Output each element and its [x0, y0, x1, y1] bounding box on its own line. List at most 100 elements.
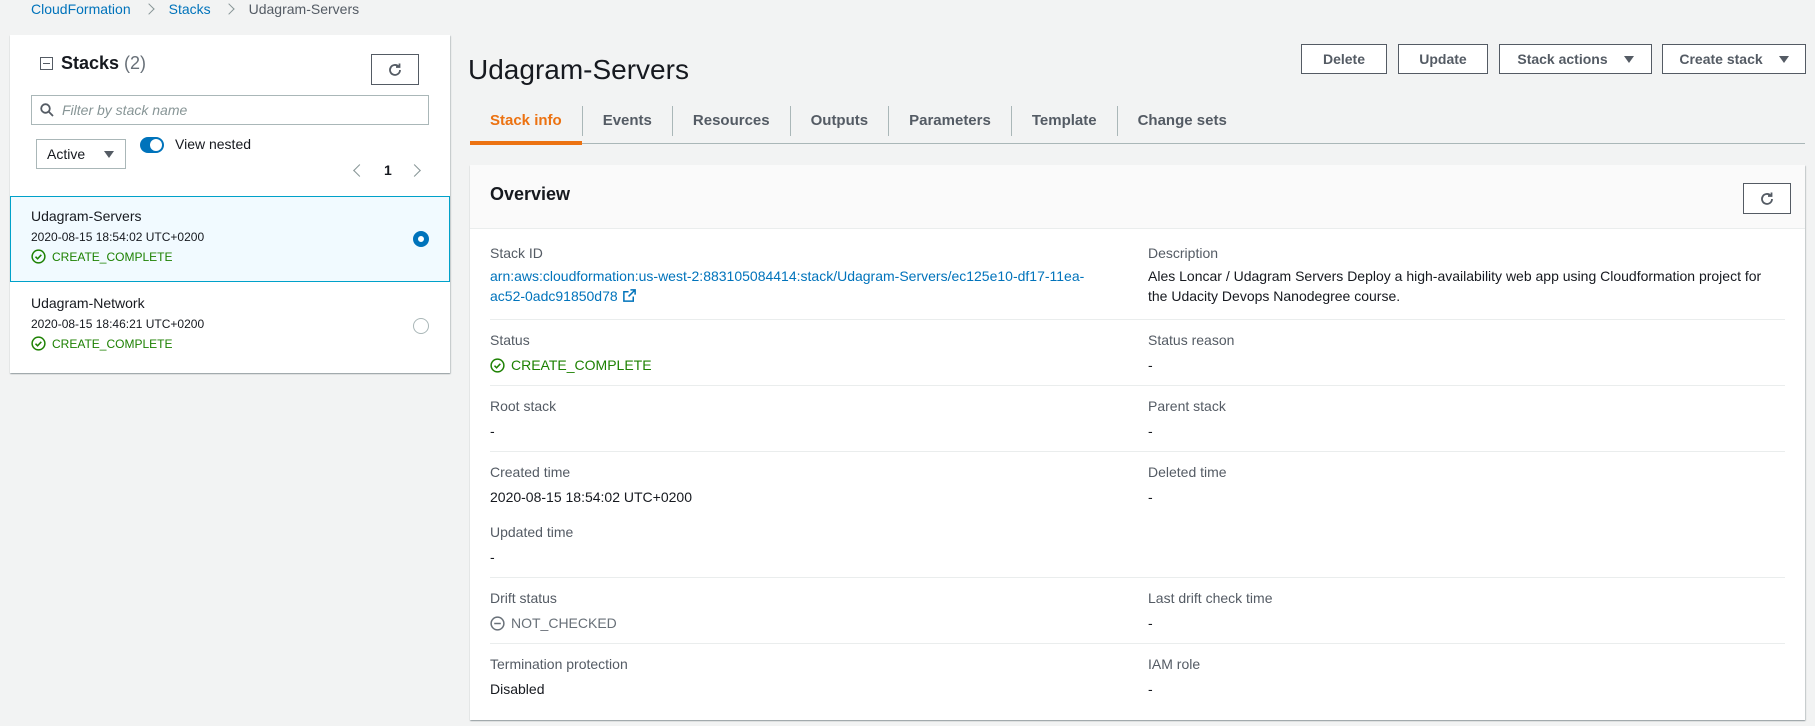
delete-button[interactable]: Delete [1301, 44, 1387, 74]
pagination: 1 [353, 162, 421, 178]
create-stack-label: Create stack [1679, 51, 1763, 67]
last-drift-label: Last drift check time [1148, 590, 1273, 606]
drift-status-label: Drift status [490, 590, 557, 606]
page-title: Udagram-Servers [468, 53, 689, 85]
tab-outputs[interactable]: Outputs [791, 98, 889, 143]
parent-stack-label: Parent stack [1148, 398, 1226, 414]
stack-id-link[interactable]: arn:aws:cloudformation:us-west-2:8831050… [490, 268, 1084, 304]
collapse-icon[interactable] [40, 57, 53, 70]
overview-title: Overview [490, 184, 571, 204]
stacks-refresh-button[interactable] [371, 54, 419, 85]
stack-id-value: arn:aws:cloudformation:us-west-2:8831050… [490, 266, 1120, 306]
deleted-time-label: Deleted time [1148, 464, 1227, 480]
breadcrumb-separator-icon [142, 3, 155, 15]
stack-status-text: CREATE_COMPLETE [52, 249, 173, 264]
status-reason-value: - [1148, 357, 1153, 373]
stack-id-field: Stack ID arn:aws:cloudformation:us-west-… [490, 243, 1120, 306]
breadcrumb-cloudformation[interactable]: CloudFormation [31, 1, 131, 17]
stack-id-line2: ac52-0adc91850d78 [490, 288, 618, 304]
stack-status-text: CREATE_COMPLETE [52, 336, 173, 351]
previous-page-icon[interactable] [353, 163, 366, 177]
row-divider [490, 577, 1785, 578]
tab-resources[interactable]: Resources [673, 98, 790, 143]
tab-stack-info[interactable]: Stack info [470, 98, 582, 145]
stack-filter-field[interactable] [31, 95, 429, 125]
status-filter-value: Active [47, 146, 86, 162]
termination-protection-field: Termination protection Disabled [490, 654, 628, 699]
view-nested-toggle[interactable] [140, 137, 164, 153]
status-reason-label: Status reason [1148, 332, 1235, 348]
stack-id-line1: arn:aws:cloudformation:us-west-2:8831050… [490, 268, 1085, 284]
stack-tabs: Stack info Events Resources Outputs Para… [470, 98, 1805, 145]
status-field: Status CREATE_COMPLETE [490, 330, 652, 375]
view-nested-label: View nested [175, 136, 252, 152]
status-text: CREATE_COMPLETE [511, 357, 652, 373]
row-divider [490, 451, 1785, 452]
termination-protection-value: Disabled [490, 681, 545, 697]
check-circle-icon [490, 357, 505, 373]
stacks-title: Stacks [61, 53, 120, 73]
breadcrumb-stacks[interactable]: Stacks [169, 1, 211, 17]
last-drift-value: - [1148, 615, 1153, 631]
current-page-number[interactable]: 1 [384, 162, 392, 178]
root-stack-value: - [490, 423, 495, 439]
iam-role-value: - [1148, 681, 1153, 697]
row-divider [490, 385, 1785, 386]
tab-events[interactable]: Events [583, 98, 672, 143]
update-button[interactable]: Update [1398, 44, 1488, 74]
termination-protection-label: Termination protection [490, 656, 628, 672]
breadcrumb-current: Udagram-Servers [248, 1, 360, 17]
description-field: Description Ales Loncar / Udagram Server… [1148, 243, 1788, 306]
deleted-time-value: - [1148, 489, 1153, 505]
stack-radio-selected[interactable] [413, 231, 429, 247]
status-filter-select[interactable]: Active [36, 139, 126, 169]
status-reason-field: Status reason - [1148, 330, 1234, 375]
chevron-down-icon [104, 151, 114, 158]
overview-refresh-button[interactable] [1743, 183, 1791, 214]
tab-template[interactable]: Template [1012, 98, 1117, 143]
stack-status: CREATE_COMPLETE [31, 336, 449, 351]
delete-button-label: Delete [1322, 51, 1366, 67]
created-time-field: Created time 2020-08-15 18:54:02 UTC+020… [490, 462, 692, 507]
description-line2: the Udacity Devops Nanodegree course. [1148, 288, 1401, 304]
stack-id-label: Stack ID [490, 245, 543, 261]
tab-change-sets[interactable]: Change sets [1118, 98, 1247, 143]
parent-stack-field: Parent stack - [1148, 396, 1226, 441]
stack-filter-input[interactable] [60, 101, 400, 119]
last-drift-field: Last drift check time - [1148, 588, 1273, 633]
stacks-count: (2) [124, 53, 147, 73]
stack-actions-label: Stack actions [1517, 51, 1608, 67]
refresh-icon [1761, 192, 1773, 205]
drift-status-text: NOT_CHECKED [511, 615, 617, 631]
update-button-label: Update [1419, 51, 1467, 67]
breadcrumb-separator-icon [222, 3, 235, 15]
stack-radio[interactable] [413, 318, 429, 334]
stack-actions-button[interactable]: Stack actions [1499, 44, 1652, 74]
next-page-icon[interactable] [407, 163, 421, 177]
overview-header: Overview [470, 165, 1805, 229]
description-label: Description [1148, 245, 1219, 261]
stack-name: Udagram-Servers [31, 208, 142, 224]
root-stack-label: Root stack [490, 398, 557, 414]
row-divider [490, 319, 1785, 320]
stack-name: Udagram-Network [31, 295, 145, 311]
not-checked-icon [490, 615, 505, 631]
overview-panel: Overview Stack ID arn:aws:cloudformation… [470, 165, 1805, 720]
tab-parameters[interactable]: Parameters [889, 98, 1011, 143]
updated-time-label: Updated time [490, 524, 574, 540]
status-value: CREATE_COMPLETE [490, 355, 652, 375]
external-link-icon [622, 289, 636, 302]
updated-time-value: - [490, 549, 495, 565]
stack-list-item[interactable]: Udagram-Servers 2020-08-15 18:54:02 UTC+… [10, 196, 450, 282]
row-divider [490, 643, 1785, 644]
status-label: Status [490, 332, 530, 348]
description-value: Ales Loncar / Udagram Servers Deploy a h… [1148, 266, 1788, 306]
stack-date: 2020-08-15 18:46:21 UTC+0200 [31, 317, 205, 331]
search-icon [40, 103, 54, 117]
stack-list-item[interactable]: Udagram-Network 2020-08-15 18:46:21 UTC+… [10, 283, 450, 369]
check-circle-icon [31, 336, 46, 351]
drift-status-value: NOT_CHECKED [490, 613, 617, 633]
stack-date: 2020-08-15 18:54:02 UTC+0200 [31, 230, 205, 244]
iam-role-field: IAM role - [1148, 654, 1200, 699]
create-stack-button[interactable]: Create stack [1662, 44, 1806, 74]
